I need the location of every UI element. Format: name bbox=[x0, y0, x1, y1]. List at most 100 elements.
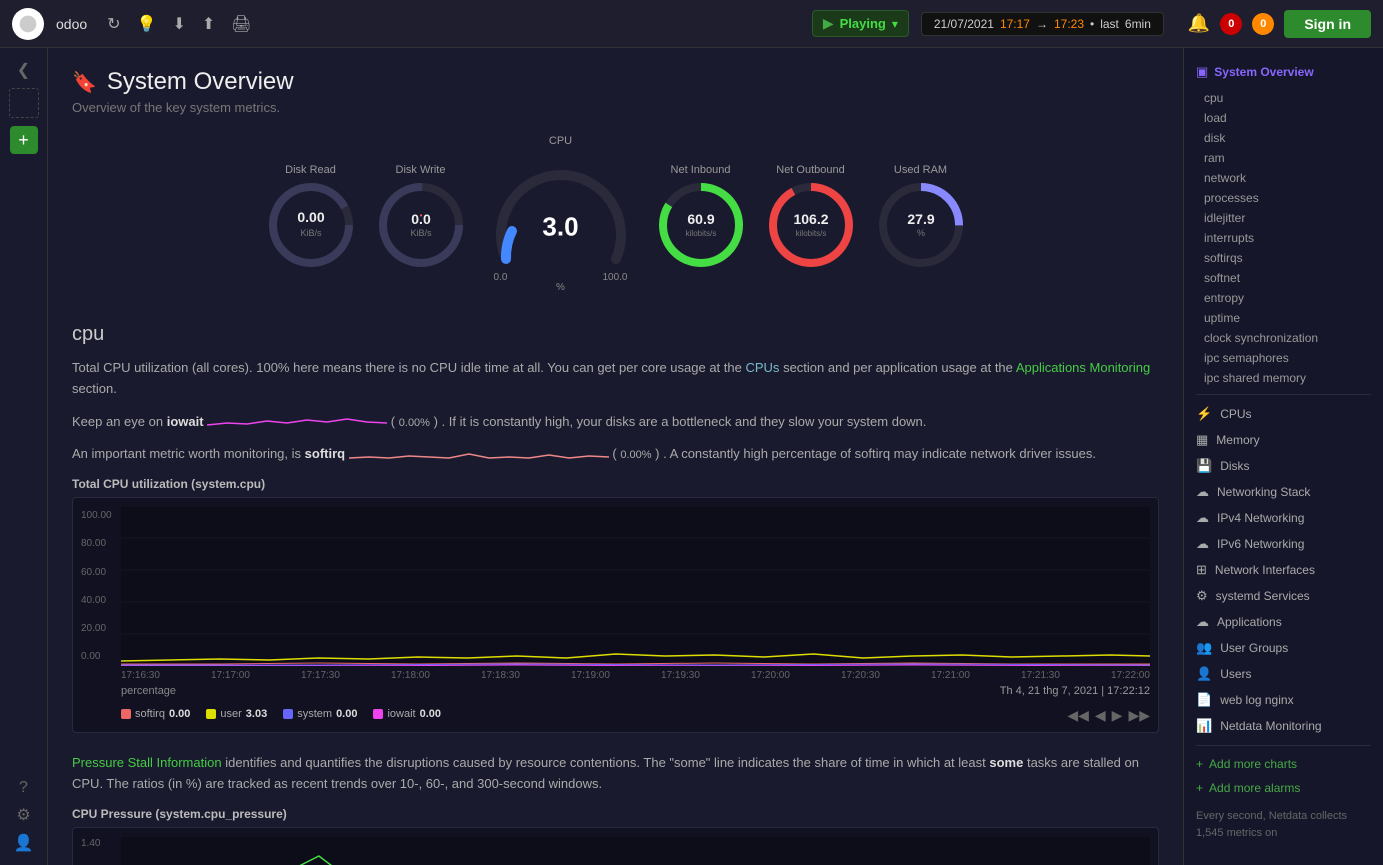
play-label: Playing bbox=[840, 16, 886, 31]
add-charts-icon: + bbox=[1196, 757, 1203, 771]
x-1700: 17:17:00 bbox=[211, 670, 250, 681]
rs-idlejitter[interactable]: idlejitter bbox=[1184, 208, 1383, 228]
last-label: last bbox=[1100, 17, 1119, 31]
share-icon[interactable]: ⬆ bbox=[202, 14, 215, 34]
rs-processes[interactable]: processes bbox=[1184, 188, 1383, 208]
badge-red: 0 bbox=[1220, 13, 1242, 35]
rs-overview-label[interactable]: System Overview bbox=[1214, 65, 1313, 79]
cpu-chart-section: Total CPU utilization (system.cpu) 100.0… bbox=[72, 477, 1159, 733]
pressure-chart-wrapper[interactable]: 1.40 1.20 1.00 bbox=[72, 827, 1159, 865]
iowait-paren: ( bbox=[391, 414, 395, 429]
iowait-text: Keep an eye on bbox=[72, 414, 163, 429]
rs-network[interactable]: network bbox=[1184, 168, 1383, 188]
cpu-info: Total CPU utilization (all cores). 100% … bbox=[72, 358, 1159, 400]
softirq-sparkline bbox=[349, 448, 609, 462]
user-icon[interactable]: 👤 bbox=[14, 833, 34, 853]
rs-entropy[interactable]: entropy bbox=[1184, 288, 1383, 308]
rs-applications-icon: ☁ bbox=[1196, 614, 1209, 630]
lightbulb-icon[interactable]: 💡 bbox=[137, 14, 157, 34]
cpus-link[interactable]: CPUs bbox=[745, 360, 779, 375]
rs-memory-label: Memory bbox=[1216, 433, 1259, 447]
rs-applications[interactable]: ☁ Applications bbox=[1184, 609, 1383, 635]
rs-ipv4[interactable]: ☁ IPv4 Networking bbox=[1184, 505, 1383, 531]
x-1830: 17:18:30 bbox=[481, 670, 520, 681]
chart-next[interactable]: ▶ bbox=[1112, 707, 1123, 724]
play-dropdown-icon[interactable]: ▾ bbox=[892, 17, 898, 31]
rs-disk[interactable]: disk bbox=[1184, 128, 1383, 148]
disk-read-label: Disk Read bbox=[285, 164, 336, 176]
rs-softirqs[interactable]: softirqs bbox=[1184, 248, 1383, 268]
y-axis-label: percentage bbox=[121, 685, 176, 697]
main-layout: ❮ + ? ⚙ 👤 🔖 System Overview Overview of … bbox=[0, 48, 1383, 865]
sidebar-toggle[interactable]: ❮ bbox=[17, 60, 30, 80]
svg-text:%: % bbox=[916, 228, 924, 238]
chart-nav: ◀◀ ◀ ▶ ▶▶ bbox=[1067, 707, 1150, 724]
iowait-pct-val: 0.00% bbox=[399, 417, 430, 429]
download-icon[interactable]: ⬇ bbox=[172, 14, 185, 34]
apps-monitoring-link[interactable]: Applications Monitoring bbox=[1016, 360, 1150, 375]
refresh-icon[interactable]: ↻ bbox=[107, 14, 120, 34]
rs-interrupts[interactable]: interrupts bbox=[1184, 228, 1383, 248]
rs-networking-stack[interactable]: ☁ Networking Stack bbox=[1184, 479, 1383, 505]
x-1930: 17:19:30 bbox=[661, 670, 700, 681]
x-2100: 17:21:00 bbox=[931, 670, 970, 681]
rs-systemd[interactable]: ⚙ systemd Services bbox=[1184, 583, 1383, 609]
softirq-text: An important metric worth monitoring, is bbox=[72, 446, 301, 461]
softirq-pct-val: 0.00% bbox=[620, 449, 651, 461]
rs-netdata-icon: 📊 bbox=[1196, 718, 1212, 734]
net-outbound-dial: 106.2 kilobits/s bbox=[766, 180, 856, 270]
rs-ipc-shared[interactable]: ipc shared memory bbox=[1184, 368, 1383, 388]
rs-ram[interactable]: ram bbox=[1184, 148, 1383, 168]
question-icon[interactable]: ? bbox=[19, 779, 28, 797]
rs-load[interactable]: load bbox=[1184, 108, 1383, 128]
cpu-chart-wrapper[interactable]: 100.00 80.00 60.00 40.00 20.00 0.00 bbox=[72, 497, 1159, 733]
rs-ipc-semaphores[interactable]: ipc semaphores bbox=[1184, 348, 1383, 368]
rs-uptime[interactable]: uptime bbox=[1184, 308, 1383, 328]
rs-cpus[interactable]: ⚡ CPUs bbox=[1184, 401, 1383, 427]
iowait-label: iowait bbox=[167, 414, 204, 429]
play-icon: ▶ bbox=[823, 15, 834, 32]
iowait-desc: . If it is constantly high, your disks a… bbox=[442, 414, 927, 429]
time-start: 17:17 bbox=[1000, 17, 1030, 31]
settings-icon[interactable]: ⚙ bbox=[16, 805, 30, 825]
rs-applications-label: Applications bbox=[1217, 615, 1282, 629]
y-80: 80.00 bbox=[81, 538, 121, 549]
net-inbound-dial: 60.9 kilobits/s bbox=[656, 180, 746, 270]
rs-softnet[interactable]: softnet bbox=[1184, 268, 1383, 288]
pressure-info: Pressure Stall Information identifies an… bbox=[72, 753, 1159, 795]
chart-prev-prev[interactable]: ◀◀ bbox=[1067, 707, 1089, 724]
rs-netdata[interactable]: 📊 Netdata Monitoring bbox=[1184, 713, 1383, 739]
rs-web-log-icon: 📄 bbox=[1196, 692, 1212, 708]
legend-iowait-value: 0.00 bbox=[420, 708, 441, 720]
datetime-display: 21/07/2021 17:17 → 17:23 • last 6min bbox=[921, 12, 1164, 36]
add-button[interactable]: + bbox=[10, 126, 38, 154]
rs-user-groups[interactable]: 👥 User Groups bbox=[1184, 635, 1383, 661]
svg-text:kilobits/s: kilobits/s bbox=[685, 229, 716, 238]
chart-next-next[interactable]: ▶▶ bbox=[1128, 707, 1150, 724]
add-alarms-button[interactable]: + Add more alarms bbox=[1184, 776, 1383, 800]
sign-in-button[interactable]: Sign in bbox=[1284, 10, 1371, 38]
svg-text:kilobits/s: kilobits/s bbox=[795, 229, 826, 238]
rs-disks[interactable]: 💾 Disks bbox=[1184, 453, 1383, 479]
legend-user-value: 3.03 bbox=[246, 708, 267, 720]
rs-cpu[interactable]: cpu bbox=[1184, 88, 1383, 108]
print-icon[interactable]: 🖨 bbox=[231, 14, 251, 34]
rs-memory[interactable]: ▦ Memory bbox=[1184, 427, 1383, 453]
psi-some: some bbox=[989, 755, 1023, 770]
chart-prev[interactable]: ◀ bbox=[1095, 707, 1106, 724]
rs-ipv6[interactable]: ☁ IPv6 Networking bbox=[1184, 531, 1383, 557]
topbar-icons: ↻ 💡 ⬇ ⬆ 🖨 bbox=[107, 14, 251, 34]
x-2200: 17:22:00 bbox=[1111, 670, 1150, 681]
play-button[interactable]: ▶ Playing ▾ bbox=[812, 10, 909, 37]
rs-clock-sync[interactable]: clock synchronization bbox=[1184, 328, 1383, 348]
rs-web-log[interactable]: 📄 web log nginx bbox=[1184, 687, 1383, 713]
psi-title: Pressure Stall Information bbox=[72, 755, 222, 770]
sidebar-widget bbox=[9, 88, 39, 118]
rs-users[interactable]: 👤 Users bbox=[1184, 661, 1383, 687]
bell-icon[interactable]: 🔔 bbox=[1188, 13, 1210, 34]
time-end: 17:23 bbox=[1054, 17, 1084, 31]
rs-users-label: Users bbox=[1220, 667, 1251, 681]
add-charts-button[interactable]: + Add more charts bbox=[1184, 752, 1383, 776]
rs-network-interfaces[interactable]: ⊞ Network Interfaces bbox=[1184, 557, 1383, 583]
date-label: 21/07/2021 bbox=[934, 17, 994, 31]
